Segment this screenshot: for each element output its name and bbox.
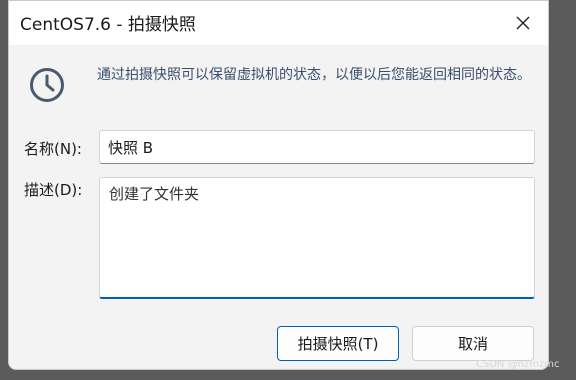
description-label: 描述(D):: [24, 181, 83, 199]
clock-icon: [29, 67, 65, 107]
description-text: 通过拍摄快照可以保留虚拟机的状态，以便以后您能返回相同的状态。: [97, 67, 531, 83]
close-button[interactable]: [504, 7, 542, 39]
cancel-button[interactable]: 取消: [412, 326, 534, 361]
take-snapshot-button[interactable]: 拍摄快照(T): [277, 326, 399, 361]
description-textarea[interactable]: 创建了文件夹: [99, 177, 535, 299]
take-snapshot-dialog: CentOS7.6 - 拍摄快照 通过拍摄快照可以保留虚拟机的状态，以便以后您能…: [8, 0, 549, 370]
name-label: 名称(N):: [24, 140, 82, 158]
close-icon: [516, 16, 530, 30]
name-input[interactable]: [99, 130, 535, 164]
window-title: CentOS7.6 - 拍摄快照: [20, 15, 196, 35]
title-bar: CentOS7.6 - 拍摄快照: [9, 1, 548, 45]
watermark: CSDN @nzmzmc: [476, 359, 560, 370]
